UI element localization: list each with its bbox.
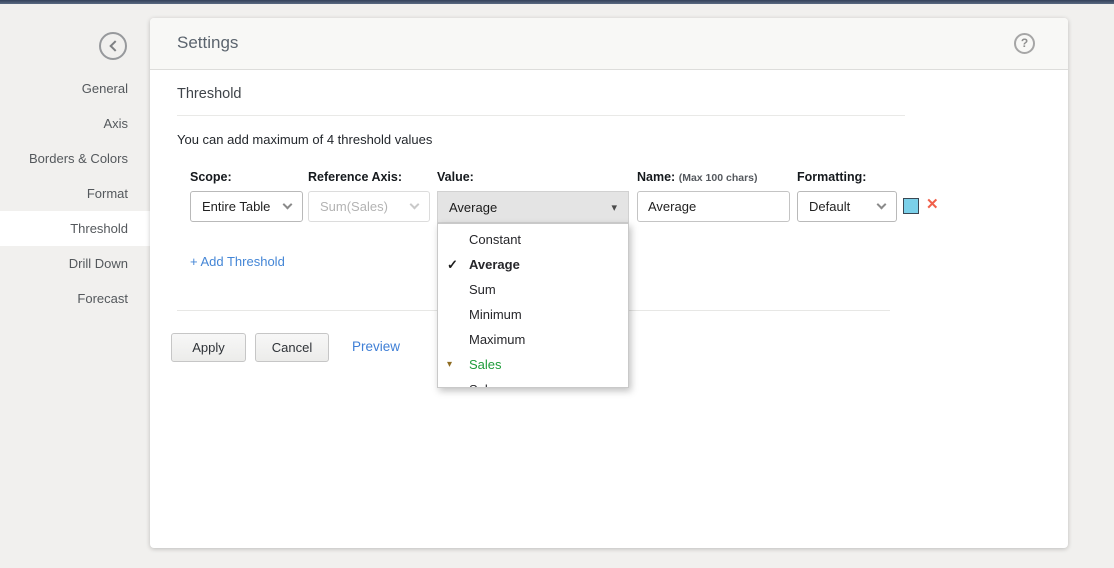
scope-select[interactable]: Entire Table bbox=[190, 191, 303, 222]
chevron-down-icon bbox=[410, 200, 420, 210]
settings-page: General Axis Borders & Colors Format Thr… bbox=[0, 0, 1114, 568]
info-text: You can add maximum of 4 threshold value… bbox=[177, 132, 432, 147]
reference-axis-select-value: Sum(Sales) bbox=[320, 199, 388, 214]
group-collapse-arrow-icon: ▾ bbox=[447, 352, 452, 377]
sidebar-item-forecast[interactable]: Forecast bbox=[0, 281, 150, 316]
reference-axis-label: Reference Axis: bbox=[308, 170, 402, 184]
sidebar-item-drill-down[interactable]: Drill Down bbox=[0, 246, 150, 281]
name-label: Name: (Max 100 chars) bbox=[637, 170, 758, 184]
sidebar-item-threshold[interactable]: Threshold bbox=[0, 211, 150, 246]
section-title: Threshold bbox=[177, 86, 241, 102]
sidebar-item-general[interactable]: General bbox=[0, 71, 150, 106]
formatting-select-value: Default bbox=[809, 199, 850, 214]
panel-header: Settings ? bbox=[150, 18, 1068, 70]
formatting-select[interactable]: Default bbox=[797, 191, 897, 222]
dropdown-option-average-text: Average bbox=[469, 257, 520, 272]
x-mark-icon: ✕ bbox=[926, 196, 939, 213]
dropdown-option-maximum[interactable]: Maximum bbox=[438, 327, 628, 352]
threshold-color-swatch[interactable] bbox=[903, 198, 919, 214]
formatting-label: Formatting: bbox=[797, 170, 866, 184]
value-dropdown-menu: Constant ✓ Average Sum Minimum Maximum ▾… bbox=[437, 223, 629, 388]
check-icon: ✓ bbox=[447, 252, 458, 277]
reference-axis-select: Sum(Sales) bbox=[308, 191, 430, 222]
scope-label: Scope: bbox=[190, 170, 232, 184]
page-title: Settings bbox=[177, 33, 238, 53]
dropdown-option-average[interactable]: ✓ Average bbox=[438, 252, 628, 277]
settings-panel: Settings ? Threshold You can add maximum… bbox=[150, 18, 1068, 548]
name-input[interactable] bbox=[637, 191, 790, 222]
chevron-down-icon bbox=[283, 200, 293, 210]
name-label-text: Name: bbox=[637, 170, 675, 184]
sidebar-item-axis[interactable]: Axis bbox=[0, 106, 150, 141]
sidebar-item-borders-colors[interactable]: Borders & Colors bbox=[0, 141, 150, 176]
question-mark-icon: ? bbox=[1021, 36, 1028, 50]
value-combobox-value: Average bbox=[449, 200, 497, 215]
delete-threshold-button[interactable]: ✕ bbox=[926, 195, 939, 213]
section-divider bbox=[177, 115, 905, 116]
dropdown-option-sales-clipped[interactable]: Sales bbox=[438, 377, 628, 388]
chevron-down-icon bbox=[877, 200, 887, 210]
scope-select-value: Entire Table bbox=[202, 199, 270, 214]
sidebar: General Axis Borders & Colors Format Thr… bbox=[0, 71, 150, 316]
dropdown-group-sales-text: Sales bbox=[469, 357, 502, 372]
preview-link[interactable]: Preview bbox=[352, 339, 400, 354]
value-label: Value: bbox=[437, 170, 474, 184]
dropdown-option-sum[interactable]: Sum bbox=[438, 277, 628, 302]
value-combobox[interactable]: Average ▾ bbox=[437, 191, 629, 223]
apply-button[interactable]: Apply bbox=[171, 333, 246, 362]
add-threshold-link[interactable]: + Add Threshold bbox=[190, 254, 285, 269]
dropdown-option-constant[interactable]: Constant bbox=[438, 227, 628, 252]
help-button[interactable]: ? bbox=[1014, 33, 1035, 54]
name-max-chars-hint: (Max 100 chars) bbox=[679, 172, 758, 184]
top-bar bbox=[0, 0, 1114, 4]
dropdown-option-minimum[interactable]: Minimum bbox=[438, 302, 628, 327]
dropdown-group-sales[interactable]: ▾ Sales bbox=[438, 352, 628, 377]
sidebar-item-format[interactable]: Format bbox=[0, 176, 150, 211]
back-button[interactable] bbox=[99, 32, 127, 60]
dropdown-arrow-icon: ▾ bbox=[611, 201, 617, 214]
chevron-left-icon bbox=[109, 40, 120, 51]
cancel-button[interactable]: Cancel bbox=[255, 333, 329, 362]
